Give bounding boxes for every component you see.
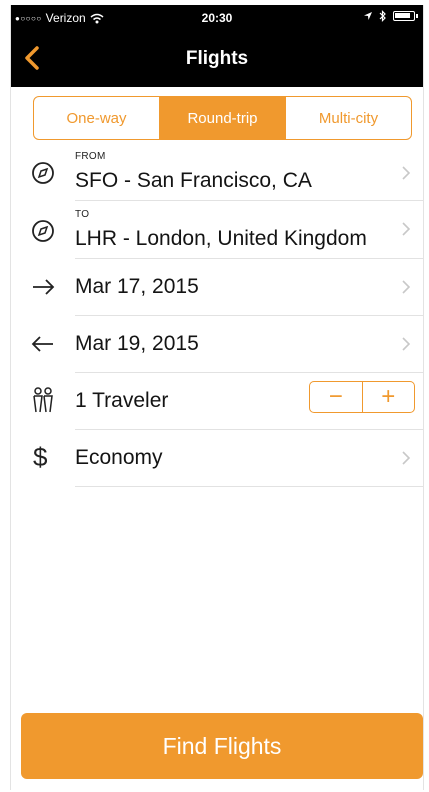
from-value: SFO - San Francisco, CA: [75, 169, 312, 192]
find-flights-button[interactable]: Find Flights: [21, 713, 423, 779]
chevron-right-icon: [402, 337, 411, 351]
status-bar: ●○○○○ Verizon 20:30: [11, 5, 423, 31]
increment-travelers-button[interactable]: +: [363, 382, 415, 412]
chevron-right-icon: [402, 451, 411, 465]
segment-one-way[interactable]: One-way: [34, 97, 160, 139]
divider: [75, 486, 423, 487]
depart-date-value: Mar 17, 2015: [75, 275, 199, 298]
trip-type-segmented-control: One-way Round-trip Multi-city: [33, 96, 412, 140]
page-title: Flights: [185, 48, 249, 69]
chevron-right-icon: [402, 280, 411, 294]
navigation-bar: Flights: [11, 31, 423, 87]
back-chevron-icon[interactable]: [19, 43, 47, 73]
return-date-row[interactable]: Mar 19, 2015: [11, 316, 423, 373]
to-label: TO: [75, 209, 90, 220]
status-right: [363, 10, 418, 22]
status-time: 20:30: [201, 11, 233, 25]
dollar-icon: $: [33, 442, 48, 472]
location-arrow-icon: [364, 12, 372, 20]
traveler-count-stepper: − +: [309, 381, 415, 413]
cabin-class-row[interactable]: $ Economy: [11, 430, 423, 487]
battery-icon: [393, 11, 418, 21]
phone-screen: ●○○○○ Verizon 20:30 Flights One-way Roun…: [10, 5, 424, 790]
chevron-right-icon: [402, 222, 411, 236]
bluetooth-icon: [379, 10, 386, 22]
return-date-value: Mar 19, 2015: [75, 332, 199, 355]
arrow-right-icon: [33, 279, 55, 295]
chevron-right-icon: [402, 166, 411, 180]
arrow-left-icon: [31, 336, 53, 352]
to-row[interactable]: TO LHR - London, United Kingdom: [11, 201, 423, 259]
from-label: FROM: [75, 151, 106, 162]
travelers-icon: [33, 387, 53, 413]
to-value: LHR - London, United Kingdom: [75, 227, 367, 250]
segment-round-trip[interactable]: Round-trip: [160, 97, 286, 139]
compass-icon: [32, 162, 54, 184]
decrement-travelers-button[interactable]: −: [310, 382, 363, 412]
cabin-class-value: Economy: [75, 446, 163, 469]
travelers-value: 1 Traveler: [75, 389, 169, 412]
from-row[interactable]: FROM SFO - San Francisco, CA: [11, 145, 423, 201]
travelers-row: 1 Traveler − +: [11, 373, 423, 430]
segment-multi-city[interactable]: Multi-city: [286, 97, 411, 139]
depart-date-row[interactable]: Mar 17, 2015: [11, 259, 423, 316]
compass-icon: [32, 220, 54, 242]
